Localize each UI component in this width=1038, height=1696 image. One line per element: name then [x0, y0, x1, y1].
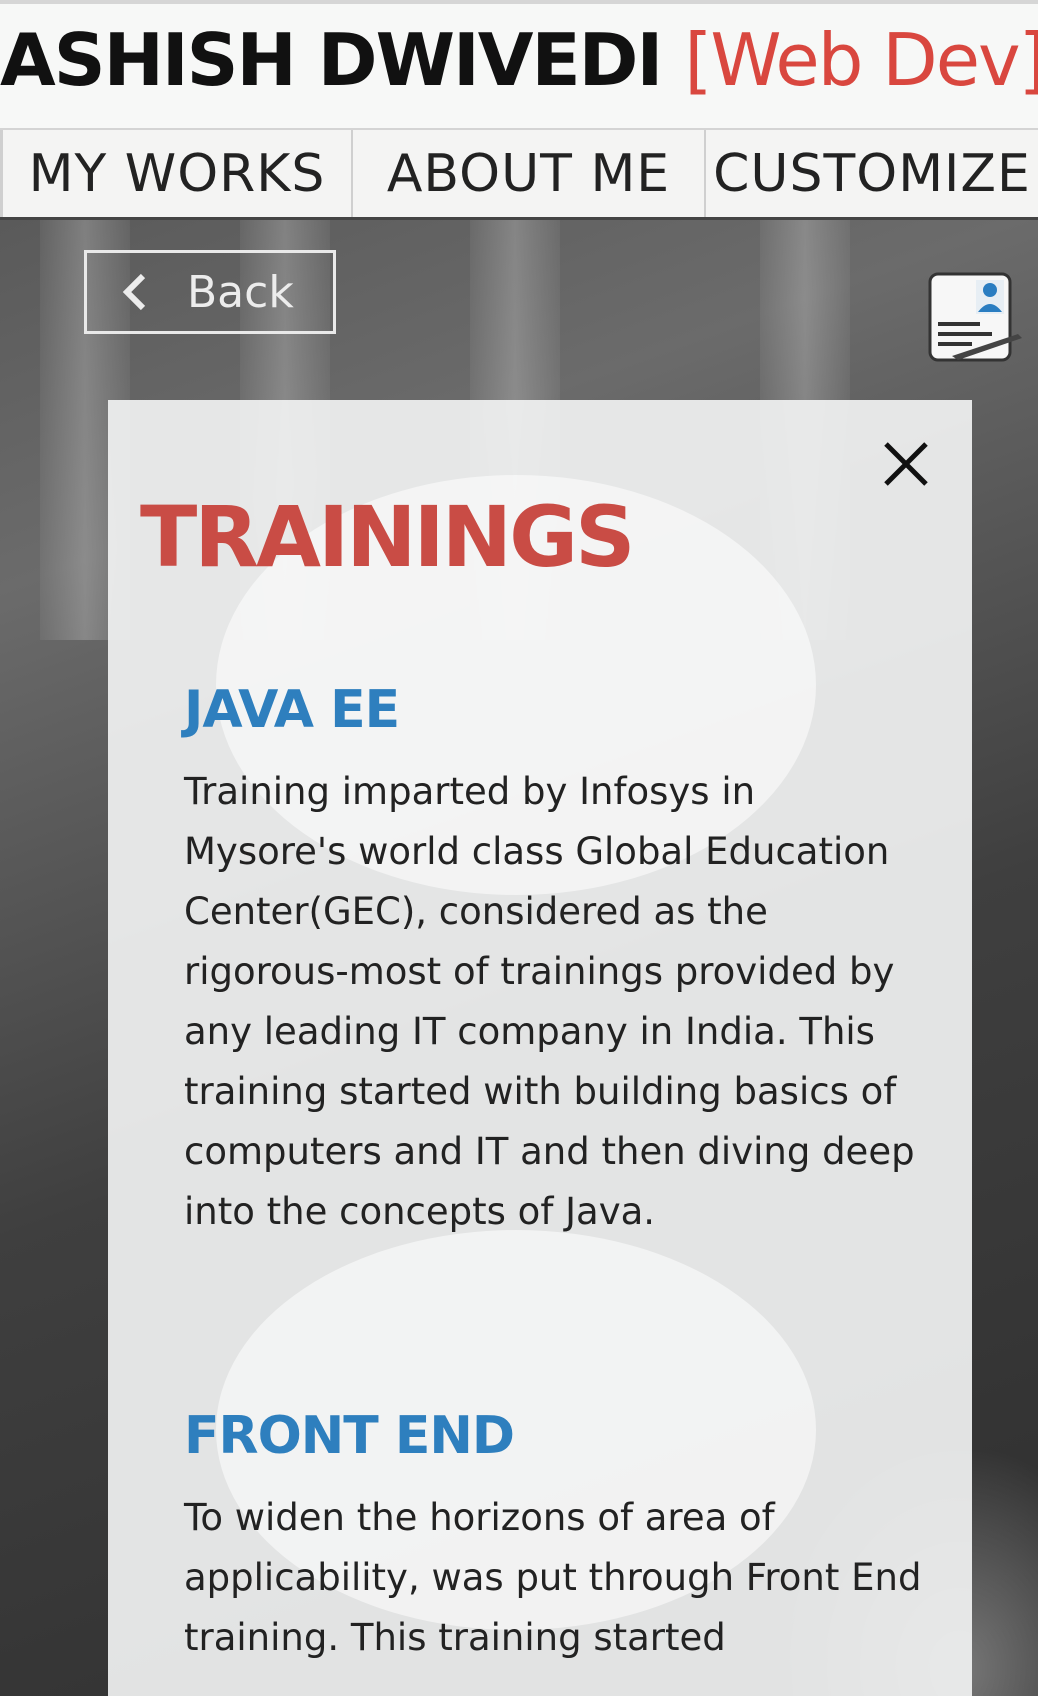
nav-item-my-works[interactable]: MY WORKS — [0, 130, 353, 217]
site-owner-role: [Web Dev] — [684, 18, 1038, 102]
section-title: FRONT END — [184, 1406, 515, 1466]
nav-item-customize[interactable]: CUSTOMIZE — [706, 130, 1038, 217]
nav-item-about-me[interactable]: ABOUT ME — [353, 130, 706, 217]
section-body: Training imparted by Infosys in Mysore's… — [184, 770, 915, 1233]
modal-title: TRAININGS — [140, 488, 636, 586]
trainings-modal: TRAININGS JAVA EE Training imparted by I… — [108, 400, 972, 1696]
main-nav: MY WORKS ABOUT ME CUSTOMIZE — [0, 128, 1038, 220]
site-header: ASHISH DWIVEDI [Web Dev] — [0, 0, 1038, 128]
back-button[interactable]: Back — [84, 250, 336, 334]
resume-document-icon[interactable] — [922, 264, 1026, 368]
training-section-front-end: FRONT END To widen the horizons of area … — [184, 1406, 924, 1668]
section-title: JAVA EE — [184, 680, 400, 740]
close-icon[interactable] — [880, 438, 932, 490]
site-owner-name: ASHISH DWIVEDI — [0, 18, 663, 102]
section-body: To widen the horizons of area of applica… — [184, 1496, 922, 1659]
chevron-left-icon — [121, 272, 161, 312]
training-section-java-ee: JAVA EE Training imparted by Infosys in … — [184, 680, 924, 1242]
back-button-label: Back — [187, 266, 294, 318]
site-title[interactable]: ASHISH DWIVEDI [Web Dev] — [0, 18, 1038, 102]
